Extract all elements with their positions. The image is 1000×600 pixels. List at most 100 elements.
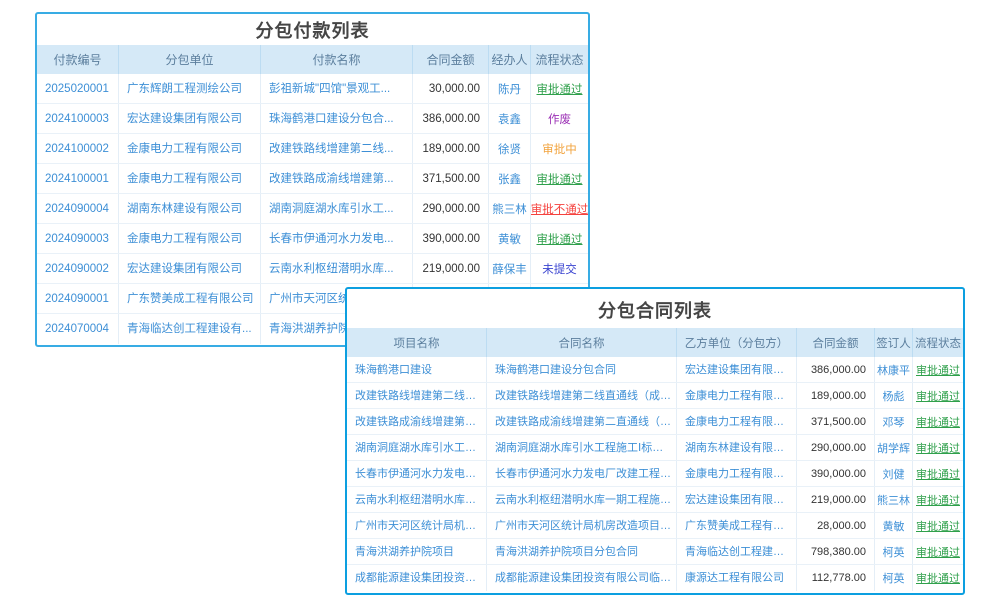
link-cell[interactable]: 湖南东林建设有限公司 [677,435,797,460]
money-cell: 219,000.00 [413,254,489,283]
link-cell[interactable]: 宏达建设集团有限公司 [677,487,797,512]
status-cell[interactable]: 审批通过 [913,383,963,408]
link-cell[interactable]: 湖南洞庭湖水库引水工... [261,194,413,223]
link-cell[interactable]: 2025020001 [37,74,119,103]
table-row: 湖南洞庭湖水库引水工程施工Ⅰ标湖南洞庭湖水库引水工程施工Ⅰ标分包合同湖南东林建设… [347,435,963,461]
table-row: 改建铁路线增建第二线直通线（...改建铁路线增建第二线直通线（成都-西...金康… [347,383,963,409]
status-cell[interactable]: 审批通过 [913,435,963,460]
money-cell: 189,000.00 [797,383,875,408]
link-cell[interactable]: 2024090001 [37,284,119,313]
link-cell[interactable]: 康源达工程有限公司 [677,565,797,591]
link-cell[interactable]: 长春市伊通河水力发电... [261,224,413,253]
link-cell[interactable]: 成都能源建设集团投资有限公司临时办... [487,565,677,591]
link-cell[interactable]: 2024090004 [37,194,119,223]
money-cell: 189,000.00 [413,134,489,163]
column-header: 分包单位 [119,45,261,74]
column-header: 流程状态 [531,45,588,74]
link-cell[interactable]: 2024090003 [37,224,119,253]
table-row: 2024100001金康电力工程有限公司改建铁路成渝线增建第...371,500… [37,164,588,194]
link-cell[interactable]: 成都能源建设集团投资有限公司... [347,565,487,591]
money-cell: 30,000.00 [413,74,489,103]
link-cell[interactable]: 改建铁路线增建第二线直通线（... [347,383,487,408]
table-header-row: 付款编号分包单位付款名称合同金额经办人流程状态 [37,45,588,74]
link-cell[interactable]: 2024070004 [37,314,119,344]
link-cell[interactable]: 金康电力工程有限公司 [677,461,797,486]
money-cell: 290,000.00 [797,435,875,460]
status-cell[interactable]: 审批不通过 [531,194,588,223]
contract-table: 项目名称合同名称乙方单位（分包方）合同金额签订人流程状态珠海鹤港口建设珠海鹤港口… [347,328,963,591]
status-cell[interactable]: 审批通过 [913,461,963,486]
status-cell[interactable]: 审批通过 [913,513,963,538]
link-cell[interactable]: 广东赞美成工程有限... [677,513,797,538]
link-cell[interactable]: 珠海鹤港口建设分包合同 [487,357,677,382]
link-cell[interactable]: 2024100001 [37,164,119,193]
link-cell[interactable]: 金康电力工程有限公司 [677,409,797,434]
link-cell[interactable]: 云南水利枢纽潜明水库... [261,254,413,283]
table-row: 改建铁路成渝线增建第二直通线...改建铁路成渝线增建第二直通线（成渝...金康电… [347,409,963,435]
status-cell[interactable]: 审批通过 [913,539,963,564]
status-cell[interactable]: 审批通过 [913,487,963,512]
link-cell[interactable]: 金康电力工程有限公司 [119,224,261,253]
link-cell[interactable]: 改建铁路成渝线增建第二直通线（成渝... [487,409,677,434]
column-header: 流程状态 [913,328,963,357]
link-cell[interactable]: 2024100003 [37,104,119,133]
link-cell[interactable]: 广州市天河区统计局机房改造项目 [347,513,487,538]
link-cell[interactable]: 长春市伊通河水力发电厂改建工程 [347,461,487,486]
link-cell[interactable]: 宏达建设集团有限公司 [677,357,797,382]
link-cell[interactable]: 金康电力工程有限公司 [677,383,797,408]
link-cell[interactable]: 广州市天河区统计局机房改造项目分包... [487,513,677,538]
money-cell: 386,000.00 [413,104,489,133]
column-header: 合同金额 [797,328,875,357]
money-cell: 390,000.00 [797,461,875,486]
column-header: 付款编号 [37,45,119,74]
status-cell[interactable]: 审批通过 [531,164,588,193]
status-cell[interactable]: 审批通过 [913,357,963,382]
person-cell: 黄敏 [875,513,913,538]
link-cell[interactable]: 长春市伊通河水力发电厂改建工程分包... [487,461,677,486]
status-cell[interactable]: 审批通过 [531,224,588,253]
person-cell: 陈丹 [489,74,531,103]
link-cell[interactable]: 青海临达创工程建设有... [119,314,261,344]
person-cell: 黄敏 [489,224,531,253]
link-cell[interactable]: 云南水利枢纽潜明水库一期工程施工Ⅰ标... [487,487,677,512]
link-cell[interactable]: 2024090002 [37,254,119,283]
status-cell[interactable]: 审批中 [531,134,588,163]
link-cell[interactable]: 湖南洞庭湖水库引水工程施工Ⅰ标分包合同 [487,435,677,460]
person-cell: 林康平 [875,357,913,382]
link-cell[interactable]: 广东赞美成工程有限公司 [119,284,261,313]
person-cell: 袁鑫 [489,104,531,133]
person-cell: 邓琴 [875,409,913,434]
money-cell: 112,778.00 [797,565,875,591]
link-cell[interactable]: 珠海鹤港口建设分包合... [261,104,413,133]
status-cell[interactable]: 作废 [531,104,588,133]
link-cell[interactable]: 湖南东林建设有限公司 [119,194,261,223]
table-row: 广州市天河区统计局机房改造项目广州市天河区统计局机房改造项目分包...广东赞美成… [347,513,963,539]
link-cell[interactable]: 宏达建设集团有限公司 [119,104,261,133]
link-cell[interactable]: 青海洪湖养护院项目分包合同 [487,539,677,564]
link-cell[interactable]: 金康电力工程有限公司 [119,164,261,193]
link-cell[interactable]: 改建铁路成渝线增建第二直通线... [347,409,487,434]
link-cell[interactable]: 改建铁路线增建第二线直通线（成都-西... [487,383,677,408]
link-cell[interactable]: 青海临达创工程建设... [677,539,797,564]
table-header-row: 项目名称合同名称乙方单位（分包方）合同金额签订人流程状态 [347,328,963,357]
money-cell: 371,500.00 [413,164,489,193]
table-row: 成都能源建设集团投资有限公司...成都能源建设集团投资有限公司临时办...康源达… [347,565,963,591]
link-cell[interactable]: 青海洪湖养护院项目 [347,539,487,564]
link-cell[interactable]: 改建铁路线增建第二线... [261,134,413,163]
status-cell[interactable]: 审批通过 [913,409,963,434]
link-cell[interactable]: 宏达建设集团有限公司 [119,254,261,283]
table-row: 珠海鹤港口建设珠海鹤港口建设分包合同宏达建设集团有限公司386,000.00林康… [347,357,963,383]
status-cell[interactable]: 未提交 [531,254,588,283]
link-cell[interactable]: 珠海鹤港口建设 [347,357,487,382]
link-cell[interactable]: 湖南洞庭湖水库引水工程施工Ⅰ标 [347,435,487,460]
status-cell[interactable]: 审批通过 [913,565,963,591]
status-cell[interactable]: 审批通过 [531,74,588,103]
table-row: 2024100003宏达建设集团有限公司珠海鹤港口建设分包合...386,000… [37,104,588,134]
link-cell[interactable]: 彭祖新城"四馆"景观工... [261,74,413,103]
link-cell[interactable]: 云南水利枢纽潜明水库一期工程... [347,487,487,512]
link-cell[interactable]: 广东辉朗工程测绘公司 [119,74,261,103]
link-cell[interactable]: 2024100002 [37,134,119,163]
link-cell[interactable]: 改建铁路成渝线增建第... [261,164,413,193]
link-cell[interactable]: 金康电力工程有限公司 [119,134,261,163]
contract-list-title: 分包合同列表 [347,289,963,328]
